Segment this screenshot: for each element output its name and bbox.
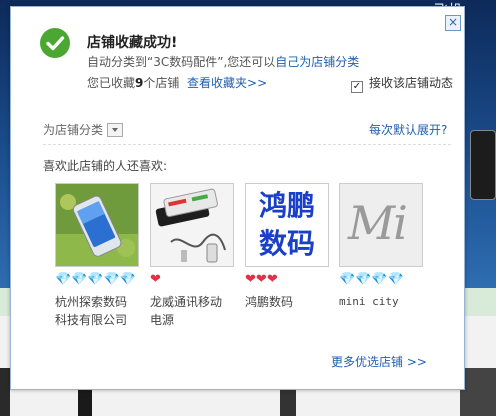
shop-thumbnail[interactable] xyxy=(150,183,234,267)
shop-name-line: 杭州探索数码 xyxy=(55,295,128,309)
check-circle-icon xyxy=(40,28,70,58)
shop-name-link[interactable]: mini city xyxy=(339,293,425,311)
more-shops-link[interactable]: 更多优选店铺 >> xyxy=(331,353,427,370)
heart-icon: ❤ xyxy=(150,272,161,287)
chevron-down-icon[interactable] xyxy=(107,123,124,137)
subscribe-label: 接收该店铺动态 xyxy=(369,76,454,90)
diamond-icon: 💎 xyxy=(71,272,88,287)
shop-logo-text: 数码 xyxy=(258,227,315,260)
diamond-icon: 💎 xyxy=(87,272,104,287)
diamond-icon: 💎 xyxy=(339,272,356,287)
favorites-suffix: 个店铺 xyxy=(143,76,180,90)
close-icon: × xyxy=(447,15,459,29)
diamond-icon: 💎 xyxy=(55,272,72,287)
subscribe-option[interactable]: ✓ 接收该店铺动态 xyxy=(351,74,453,93)
shop-logo-text: 鸿鹏 xyxy=(258,189,315,222)
shop-thumbnail[interactable] xyxy=(55,183,139,267)
shop-name-line: 龙威通讯移动 xyxy=(150,295,223,309)
diamond-icon: 💎 xyxy=(371,272,388,287)
diamond-icon: 💎 xyxy=(119,272,136,287)
view-favorites-link[interactable]: 查看收藏夹>> xyxy=(187,76,267,90)
shop-name-link[interactable]: 杭州探索数码 科技有限公司 xyxy=(55,293,141,329)
custom-category-link[interactable]: 自己为店铺分类 xyxy=(275,55,359,69)
shop-logo-text: Mi xyxy=(348,196,408,250)
background-thumb xyxy=(460,368,496,416)
recommended-shop[interactable]: Mi 💎💎💎💎 mini city xyxy=(339,183,425,311)
heart-icon: ❤ xyxy=(255,272,267,287)
phone-product-image xyxy=(56,184,138,266)
recommend-heading: 喜欢此店铺的人还喜欢: xyxy=(43,159,168,173)
recommended-shop[interactable]: ❤ 龙威通讯移动 电源 xyxy=(150,183,236,329)
shop-thumbnail[interactable]: Mi xyxy=(339,183,423,267)
default-expand-link[interactable]: 每次默认展开? xyxy=(369,121,447,138)
heart-icon: ❤ xyxy=(266,272,278,287)
heart-icon: ❤ xyxy=(245,272,256,287)
category-info: 自动分类到“3C数码配件”,您还可以自己为店铺分类 xyxy=(87,53,359,70)
shop-name-line: 电源 xyxy=(150,313,175,327)
shop-rating: ❤ xyxy=(150,273,236,287)
recommended-shop[interactable]: 鸿鹏 数码 ❤❤❤ 鸿鹏数码 xyxy=(245,183,331,311)
divider xyxy=(43,144,451,145)
success-title: 店铺收藏成功! xyxy=(87,35,178,51)
shop-name-line: 科技有限公司 xyxy=(55,313,128,327)
shop-rating: ❤❤❤ xyxy=(245,273,331,287)
favorites-prefix: 您已收藏 xyxy=(87,76,136,90)
power-bank-product-image xyxy=(151,184,233,266)
diamond-icon: 💎 xyxy=(355,272,372,287)
background-thumb xyxy=(0,368,10,416)
shop-rating: 💎💎💎💎 xyxy=(339,273,425,287)
shop-name-link[interactable]: 龙威通讯移动 电源 xyxy=(150,293,236,329)
category-name: “3C数码配件” xyxy=(147,55,224,69)
diamond-icon: 💎 xyxy=(103,272,120,287)
background-phone-image xyxy=(470,130,496,200)
category-middle: ,您还可以 xyxy=(223,55,276,69)
shop-name-line: 鸿鹏数码 xyxy=(245,295,294,309)
diamond-icon: 💎 xyxy=(387,272,404,287)
subscribe-checkbox[interactable]: ✓ xyxy=(351,81,363,93)
recommended-shop[interactable]: 💎💎💎💎💎 杭州探索数码 科技有限公司 xyxy=(55,183,141,329)
favorites-count-info: 您已收藏9个店铺 查看收藏夹>> xyxy=(87,74,267,91)
category-selector[interactable]: 为店铺分类 xyxy=(43,121,124,138)
favorite-success-dialog: × 店铺收藏成功! 自动分类到“3C数码配件”,您还可以自己为店铺分类 您已收藏… xyxy=(10,6,465,390)
shop-name-link[interactable]: 鸿鹏数码 xyxy=(245,293,331,311)
shop-rating: 💎💎💎💎💎 xyxy=(55,273,141,287)
shop-name-line: mini city xyxy=(339,295,399,308)
close-button[interactable]: × xyxy=(445,15,461,31)
category-prefix: 自动分类到 xyxy=(87,55,148,69)
shop-thumbnail[interactable]: 鸿鹏 数码 xyxy=(245,183,329,267)
category-selector-label: 为店铺分类 xyxy=(43,123,104,137)
